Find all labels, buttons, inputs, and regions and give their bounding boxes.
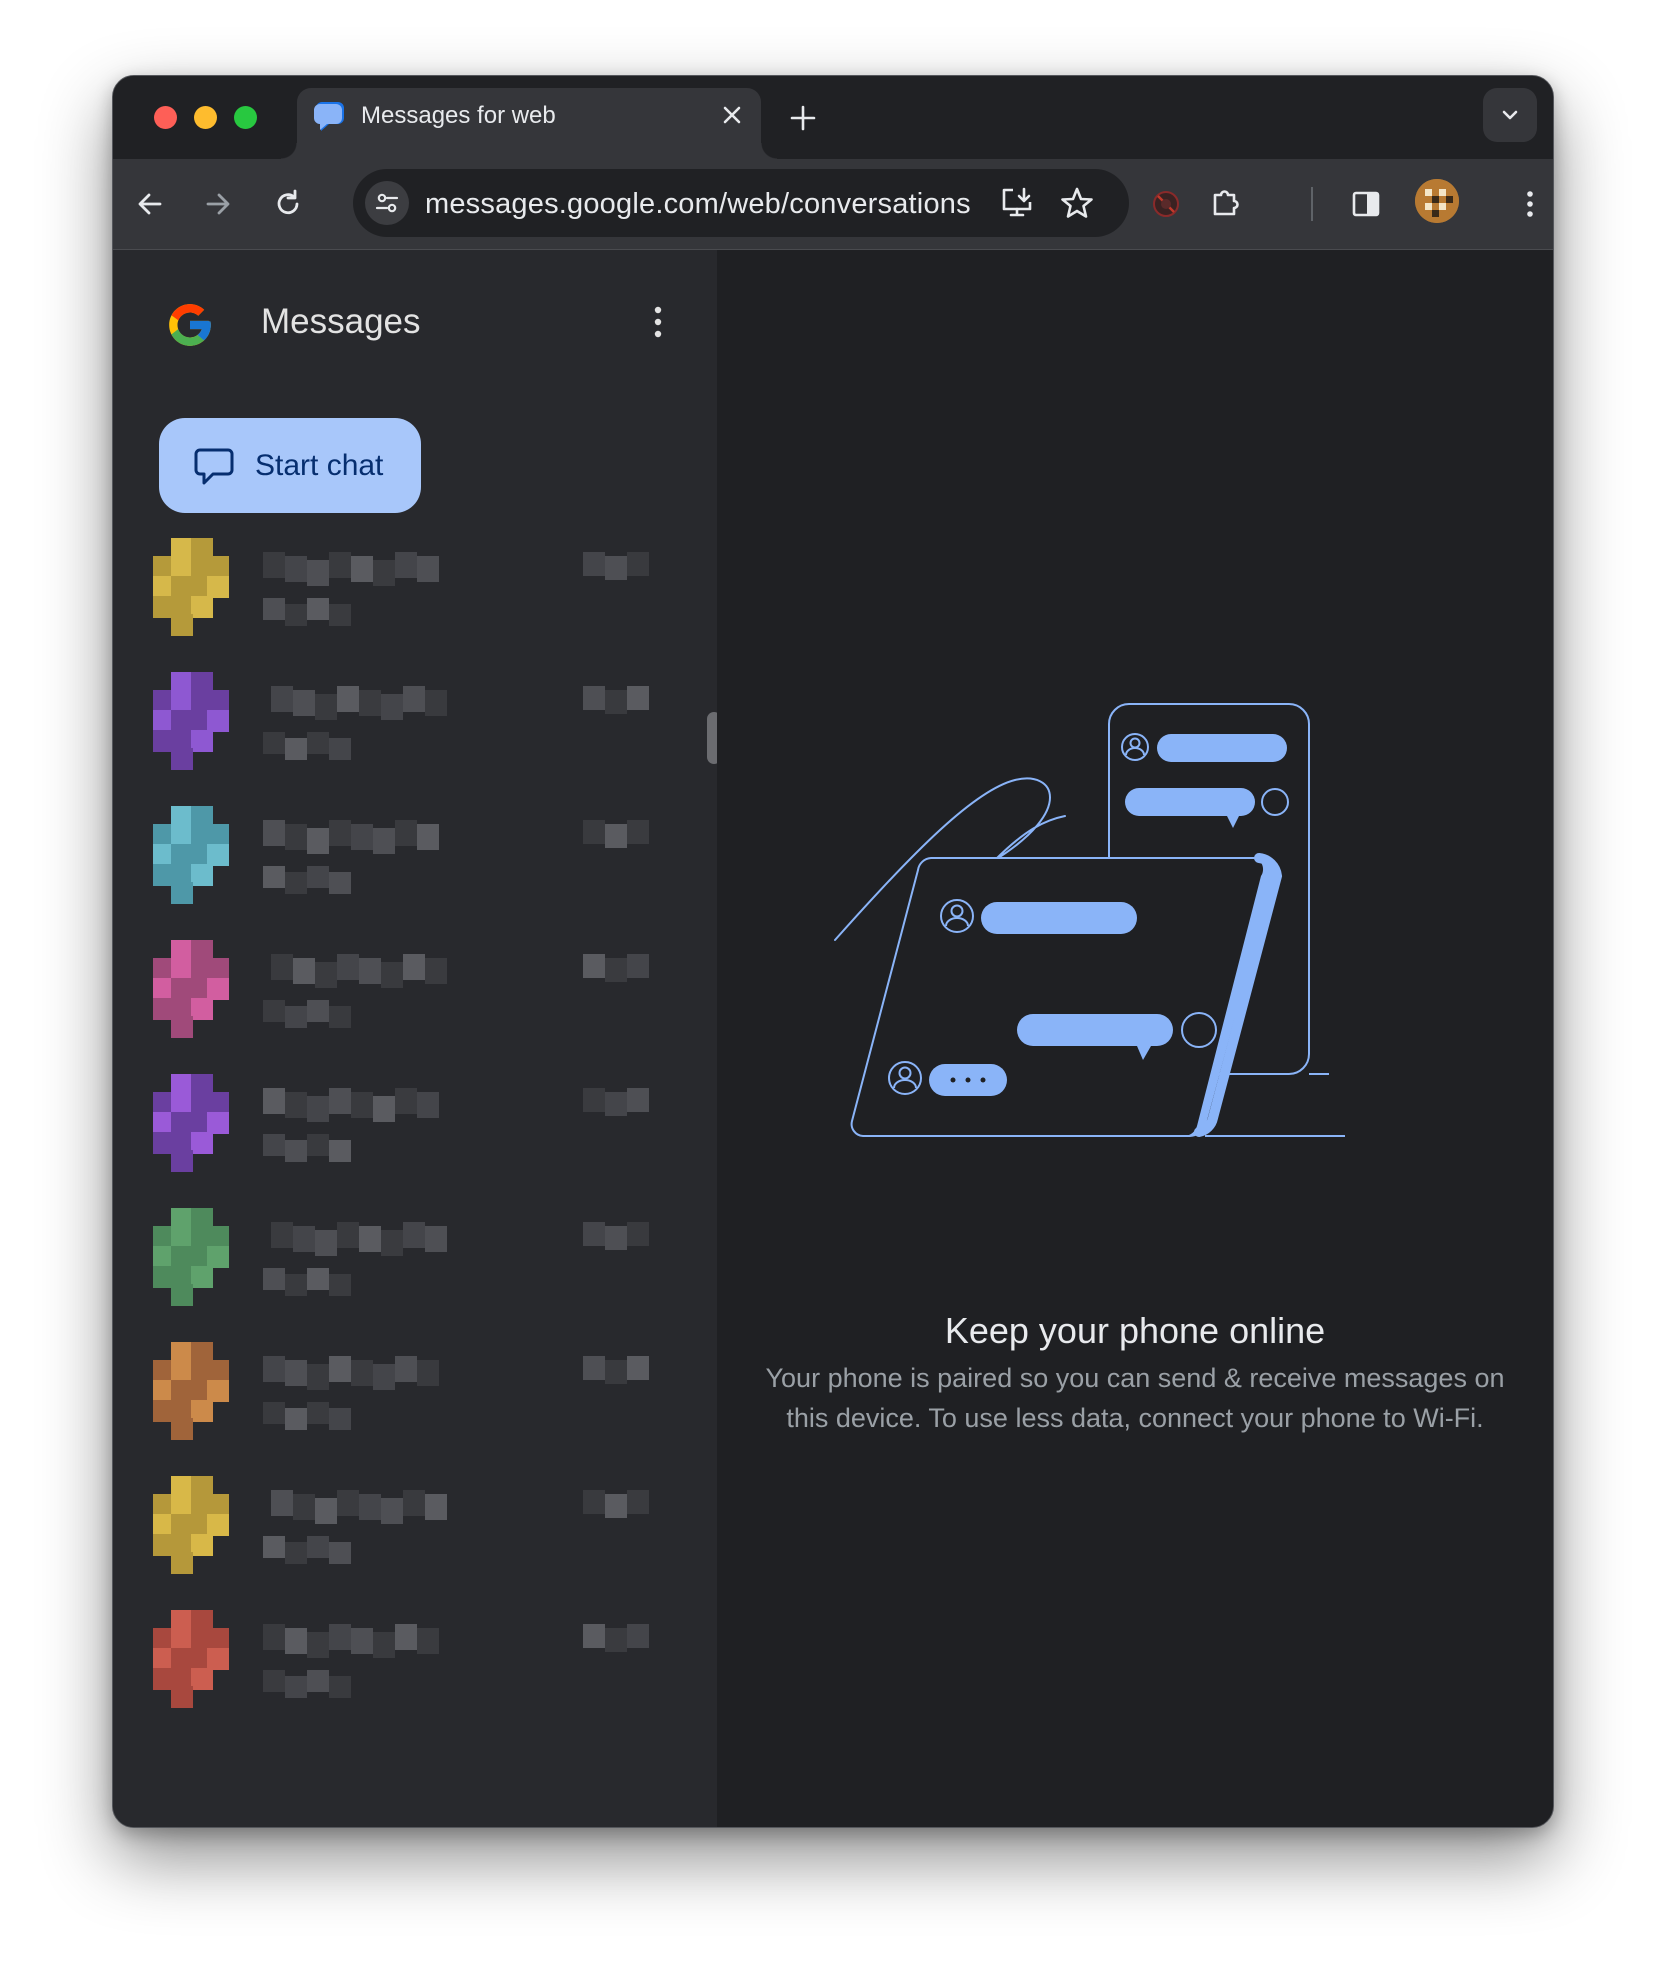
browser-window: Messages for web messages.google.com/web… (112, 75, 1554, 1828)
install-app-icon[interactable] (999, 185, 1035, 221)
timestamp-redacted (583, 1490, 655, 1520)
contact-name-redacted (263, 1624, 483, 1658)
more-options-icon[interactable] (649, 300, 667, 344)
minimize-window-button[interactable] (194, 106, 217, 129)
browser-menu-icon[interactable] (1521, 187, 1539, 221)
conversation-item[interactable] (153, 1610, 683, 1720)
url-text[interactable]: messages.google.com/web/conversations (425, 188, 971, 221)
message-snippet-redacted (263, 1670, 383, 1698)
contact-name-redacted (263, 1088, 483, 1122)
app-title: Messages (261, 302, 421, 341)
timestamp-redacted (583, 686, 655, 716)
toolbar-divider (1311, 187, 1313, 221)
contact-name-redacted (263, 1356, 483, 1390)
message-snippet-redacted (263, 1000, 383, 1028)
message-snippet-redacted (263, 732, 383, 760)
timestamp-redacted (583, 820, 655, 850)
bookmark-star-icon[interactable] (1059, 185, 1095, 221)
blocked-extension-icon[interactable] (1149, 187, 1183, 221)
message-snippet-redacted (263, 598, 383, 626)
tab-strip: Messages for web (113, 76, 1553, 159)
timestamp-redacted (583, 954, 655, 984)
conversation-item[interactable] (153, 806, 683, 916)
timestamp-redacted (583, 1088, 655, 1118)
timestamp-redacted (583, 1356, 655, 1386)
contact-name-redacted (263, 1490, 483, 1524)
message-snippet-redacted (263, 1402, 383, 1430)
contact-avatar (153, 672, 249, 782)
conversation-item[interactable] (153, 1476, 683, 1586)
messages-favicon-icon (314, 102, 344, 131)
conversation-item[interactable] (153, 1342, 683, 1452)
tab-title: Messages for web (361, 102, 556, 129)
google-logo-icon (169, 304, 211, 346)
extensions-puzzle-icon[interactable] (1209, 185, 1243, 219)
start-chat-button[interactable]: Start chat (159, 418, 421, 513)
message-snippet-redacted (263, 1536, 383, 1564)
contact-avatar (153, 1208, 249, 1318)
maximize-window-button[interactable] (234, 106, 257, 129)
chat-bubble-icon (194, 448, 234, 485)
phone-online-illustration (834, 703, 1345, 1137)
chevron-down-icon (1502, 110, 1518, 120)
contact-name-redacted (263, 686, 483, 720)
conversation-item[interactable] (153, 1208, 683, 1318)
conversation-item[interactable] (153, 1074, 683, 1184)
tab-messages-for-web[interactable]: Messages for web (281, 88, 777, 159)
contact-avatar (153, 1074, 249, 1184)
timestamp-redacted (583, 552, 655, 582)
tab-search-button[interactable] (1483, 88, 1537, 142)
contact-name-redacted (263, 1222, 483, 1256)
close-window-button[interactable] (154, 106, 177, 129)
contact-avatar (153, 940, 249, 1050)
contact-avatar (153, 1476, 249, 1586)
empty-state-title: Keep your phone online (944, 1310, 1326, 1351)
close-tab-icon[interactable] (719, 102, 745, 128)
forward-arrow-icon[interactable] (201, 187, 235, 221)
site-info-button[interactable] (365, 181, 409, 225)
timestamp-redacted (583, 1624, 655, 1654)
contact-name-redacted (263, 954, 483, 988)
timestamp-redacted (583, 1222, 655, 1252)
empty-state-description: Your phone is paired so you can send & r… (765, 1363, 1505, 1433)
contact-avatar (153, 1610, 249, 1720)
back-arrow-icon[interactable] (133, 187, 167, 221)
conversation-sidebar: Messages Start chat (113, 250, 721, 1827)
contact-name-redacted (263, 552, 483, 586)
new-tab-icon[interactable] (789, 104, 817, 132)
contact-avatar (153, 538, 249, 648)
conversation-item[interactable] (153, 672, 683, 782)
message-snippet-redacted (263, 1134, 383, 1162)
message-snippet-redacted (263, 866, 383, 894)
message-snippet-redacted (263, 1268, 383, 1296)
start-chat-label: Start chat (255, 449, 384, 482)
contact-avatar (153, 1342, 249, 1452)
conversation-pane: Keep your phone online Your phone is pai… (717, 250, 1553, 1827)
profile-picture-icon (1415, 179, 1459, 223)
tune-icon (375, 193, 399, 213)
profile-avatar[interactable] (1415, 179, 1459, 223)
conversation-item[interactable] (153, 538, 683, 648)
contact-name-redacted (263, 820, 483, 854)
side-panel-icon[interactable] (1349, 187, 1383, 221)
contact-avatar (153, 806, 249, 916)
address-bar[interactable]: messages.google.com/web/conversations (353, 169, 1129, 237)
browser-toolbar: messages.google.com/web/conversations (113, 159, 1553, 250)
reload-icon[interactable] (271, 187, 305, 221)
conversation-item[interactable] (153, 940, 683, 1050)
